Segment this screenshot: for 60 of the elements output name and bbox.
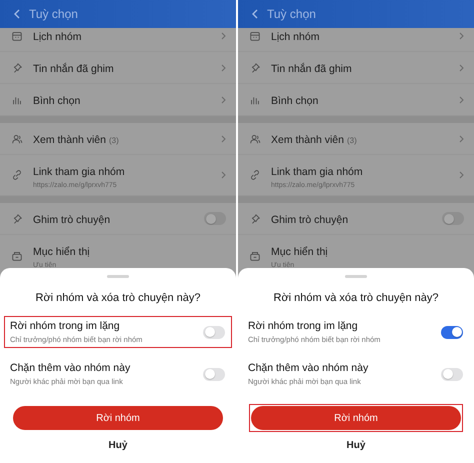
option-label: Rời nhóm trong im lặng [248, 320, 359, 332]
chevron-right-icon [459, 96, 464, 104]
option-label: Rời nhóm trong im lặng [10, 320, 121, 332]
pin-icon [11, 212, 23, 224]
menu-item-label[interactable]: Bình chọn [33, 94, 80, 106]
chevron-right-icon [221, 134, 226, 142]
people-icon [249, 132, 261, 144]
pin-icon [249, 212, 261, 224]
menu-item-label[interactable]: Xem thành viên [271, 134, 344, 146]
back-icon[interactable] [13, 9, 21, 19]
pin-icon [249, 62, 261, 74]
menu-item-label[interactable]: Ghim trò chuyện [271, 214, 348, 226]
calendar-icon [11, 30, 23, 42]
toggle-switch[interactable] [441, 368, 463, 380]
member-count: (3) [346, 136, 357, 144]
toggle-switch[interactable] [203, 368, 225, 380]
box-icon [11, 250, 23, 262]
menu-item-label[interactable]: Xem thành viên [33, 134, 106, 146]
chevron-right-icon [221, 32, 226, 40]
chevron-right-icon [221, 64, 226, 72]
toggle-switch[interactable] [204, 212, 226, 225]
menu-item-label[interactable]: Ghim trò chuyện [33, 214, 110, 226]
leave-group-button[interactable]: Rời nhóm [13, 406, 223, 430]
back-icon[interactable] [251, 9, 259, 19]
drag-handle[interactable] [107, 275, 129, 278]
menu-item-label[interactable]: Bình chọn [271, 94, 318, 106]
menu-item-label[interactable]: Lịch nhóm [33, 30, 82, 42]
leave-group-button[interactable]: Rời nhóm [251, 406, 461, 430]
member-count: (3) [108, 136, 119, 144]
chevron-right-icon [459, 134, 464, 142]
menu-item-label[interactable]: Mục hiển thị [33, 246, 90, 258]
menu-item-label[interactable]: Mục hiển thị [271, 246, 328, 258]
toggle-switch[interactable] [442, 212, 464, 225]
pin-icon [11, 62, 23, 74]
menu-item-label[interactable]: Link tham gia nhóm [33, 166, 125, 178]
link-icon [249, 169, 261, 181]
chevron-right-icon [221, 171, 226, 179]
people-icon [11, 132, 23, 144]
link-icon [11, 169, 23, 181]
option-label: Chặn thêm vào nhóm này [248, 362, 370, 374]
chevron-right-icon [459, 32, 464, 40]
sheet-title: Rời nhóm và xóa trò chuyện này? [272, 292, 440, 304]
screen-title: Tuỳ chọn [267, 7, 316, 21]
box-icon [249, 250, 261, 262]
menu-item-label[interactable]: Lịch nhóm [271, 30, 320, 42]
toggle-switch[interactable] [441, 326, 463, 338]
chevron-right-icon [221, 96, 226, 104]
drag-handle[interactable] [345, 275, 367, 278]
chevron-right-icon [459, 64, 464, 72]
chevron-right-icon [459, 171, 464, 179]
cancel-button[interactable]: Huỷ [342, 440, 370, 451]
toggle-switch[interactable] [203, 326, 225, 338]
sheet-title: Rời nhóm và xóa trò chuyện này? [34, 292, 202, 304]
calendar-icon [249, 30, 261, 42]
cancel-button[interactable]: Huỷ [104, 440, 132, 451]
option-label: Chặn thêm vào nhóm này [10, 362, 132, 374]
menu-item-label[interactable]: Tin nhắn đã ghim [271, 62, 352, 74]
menu-item-label[interactable]: Tin nhắn đã ghim [33, 62, 114, 74]
menu-item-label[interactable]: Link tham gia nhóm [271, 166, 363, 178]
screen-title: Tuỳ chọn [29, 7, 78, 21]
